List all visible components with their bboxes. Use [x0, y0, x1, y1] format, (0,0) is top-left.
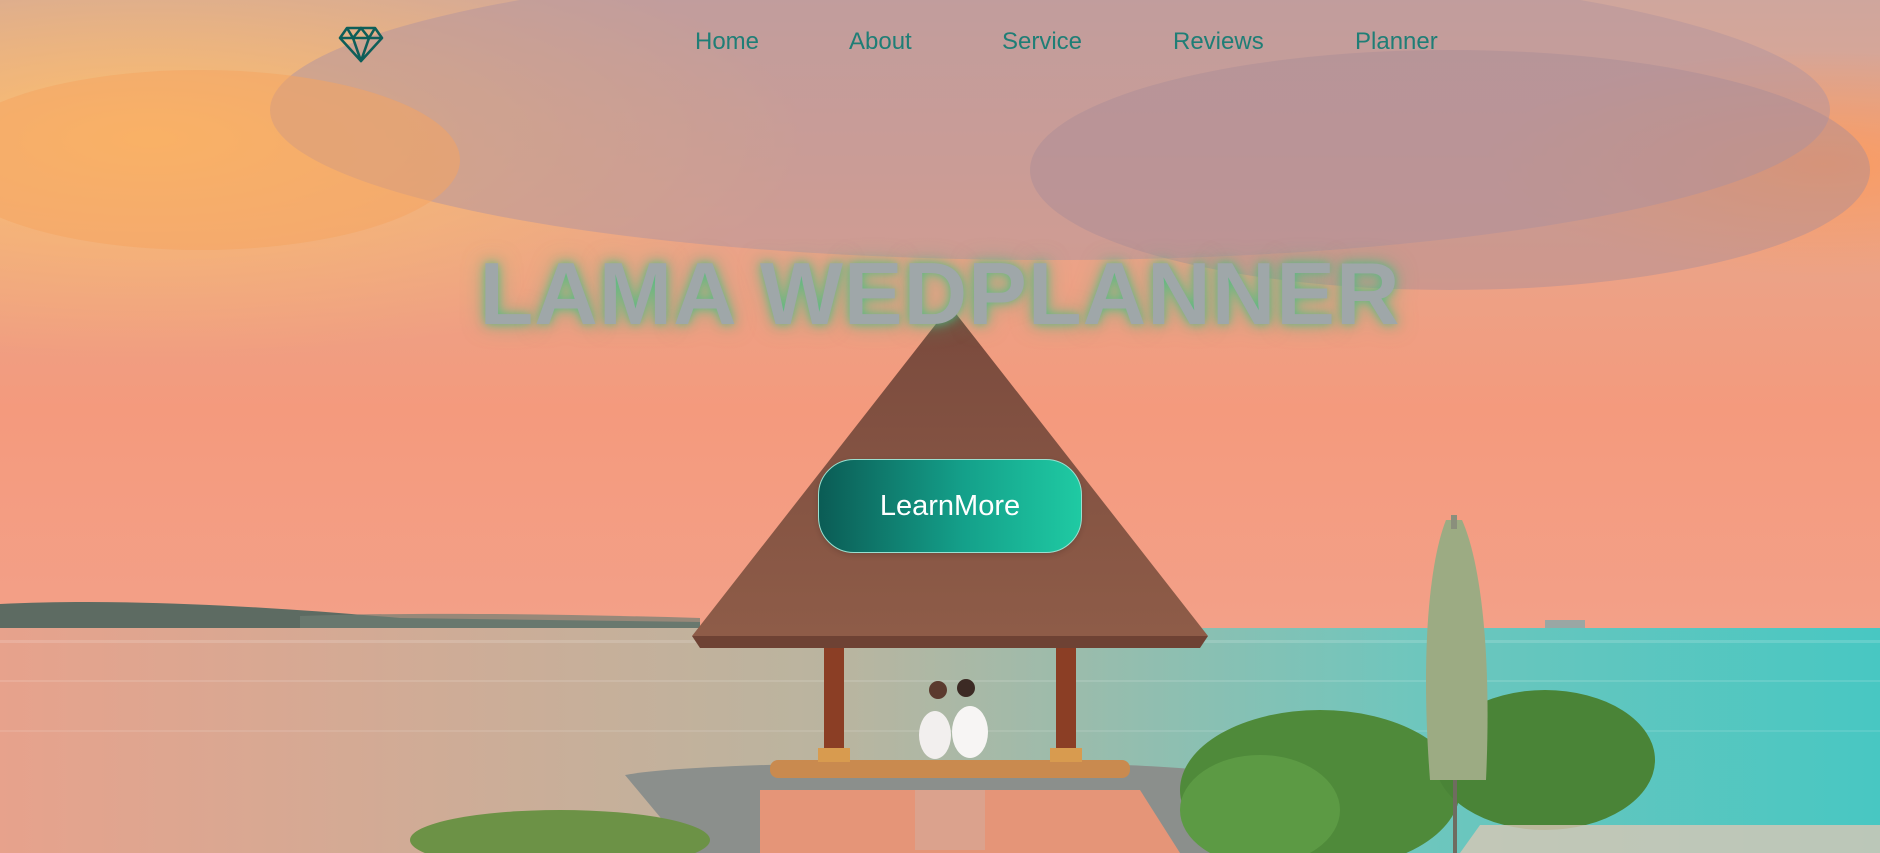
- learn-more-button[interactable]: LearnMore: [818, 459, 1082, 553]
- hero-title: LAMA WEDPLANNER: [479, 244, 1401, 343]
- nav-links: Home About Service Reviews Planner: [0, 26, 1880, 62]
- nav-link-home[interactable]: Home: [695, 26, 759, 58]
- nav-link-about[interactable]: About: [849, 26, 912, 58]
- nav-link-planner[interactable]: Planner: [1355, 26, 1438, 58]
- nav-link-reviews[interactable]: Reviews: [1173, 26, 1264, 58]
- hero-section: Home About Service Reviews Planner LAMA …: [0, 0, 1880, 853]
- top-navigation: Home About Service Reviews Planner: [0, 0, 1880, 84]
- nav-link-service[interactable]: Service: [1002, 26, 1082, 58]
- hero-background-image: [0, 0, 1880, 853]
